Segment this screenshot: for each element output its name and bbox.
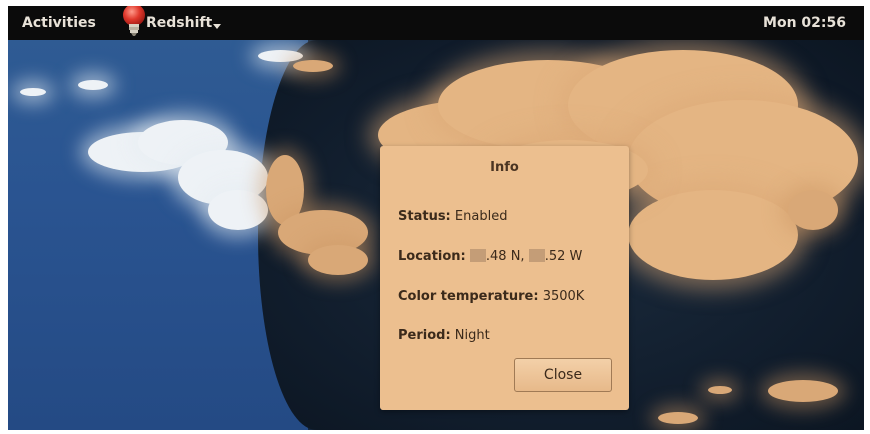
color-temperature-label: Color temperature: [398, 289, 539, 304]
period-row: Period: Night [398, 328, 490, 343]
location-row: Location: .48 N, .52 W [398, 249, 582, 264]
cloud [258, 50, 303, 62]
cloud [628, 190, 798, 280]
desktop-screen: Activities Redshift Mon 02:56 Info Statu… [8, 6, 864, 430]
chevron-down-icon[interactable] [213, 24, 221, 29]
color-temperature-value: 3500K [542, 289, 585, 304]
info-dialog: Info Status: Enabled Location: .48 N, .5… [380, 146, 629, 410]
activities-button[interactable]: Activities [22, 15, 96, 31]
status-row: Status: Enabled [398, 209, 507, 224]
period-value: Night [454, 328, 490, 343]
lightbulb-icon[interactable] [120, 6, 148, 38]
clock[interactable]: Mon 02:56 [763, 15, 846, 31]
dialog-title: Info [490, 160, 519, 175]
color-temperature-row: Color temperature: 3500K [398, 289, 584, 304]
period-label: Period: [398, 328, 451, 343]
app-menu-label[interactable]: Redshift [146, 15, 212, 31]
location-longitude: .52 W [544, 249, 583, 264]
location-latitude: .48 N, [485, 249, 525, 264]
redacted-block [528, 249, 545, 262]
close-button[interactable]: Close [514, 358, 612, 392]
status-value: Enabled [454, 209, 508, 224]
cloud [308, 245, 368, 275]
cloud [208, 190, 268, 230]
cloud [78, 80, 108, 90]
cloud [788, 190, 838, 230]
cloud [20, 88, 46, 96]
cloud [708, 386, 732, 394]
cloud [658, 412, 698, 424]
cloud [293, 60, 333, 72]
cloud [768, 380, 838, 402]
redacted-block [469, 249, 486, 262]
top-bar: Activities Redshift Mon 02:56 [8, 6, 864, 40]
status-label: Status: [398, 209, 451, 224]
location-label: Location: [398, 249, 466, 264]
